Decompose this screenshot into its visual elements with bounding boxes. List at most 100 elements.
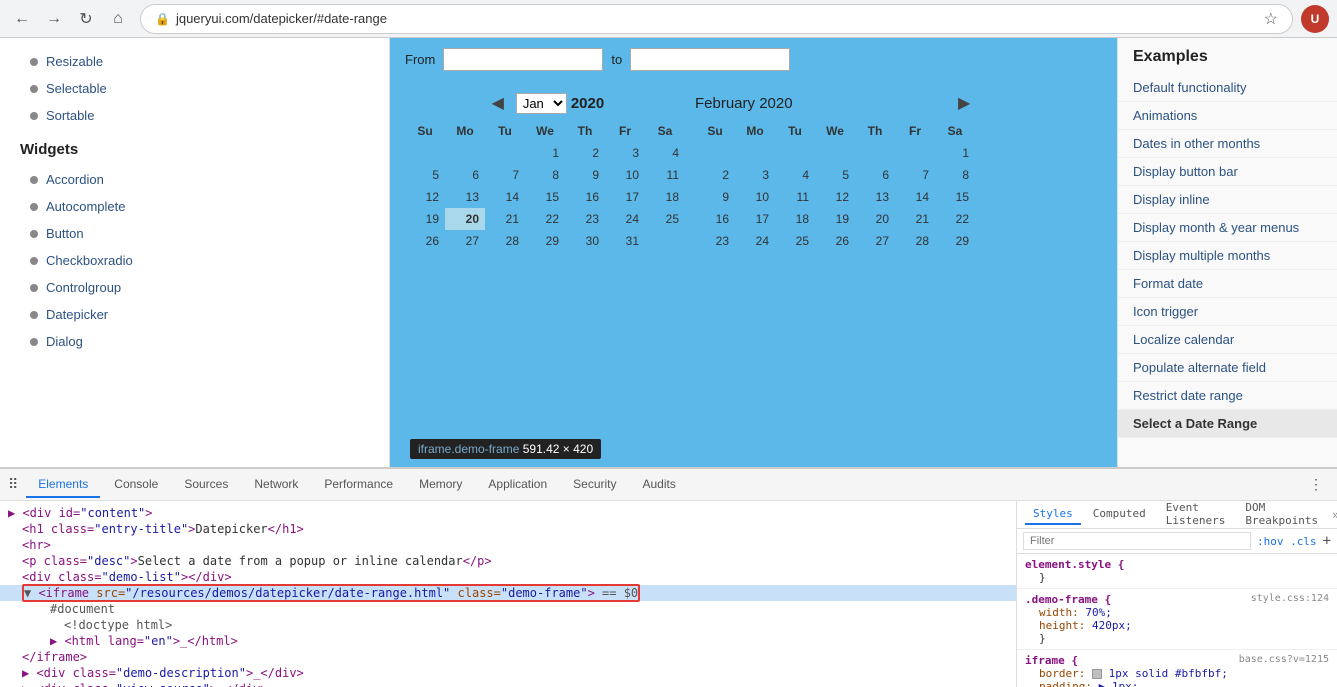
sidebar-item-controlgroup[interactable]: Controlgroup — [0, 274, 389, 301]
calendar-day[interactable]: 29 — [525, 230, 565, 252]
example-item[interactable]: Animations — [1118, 102, 1337, 130]
calendar-day[interactable]: 16 — [565, 186, 605, 208]
styles-tab-computed[interactable]: Computed — [1085, 504, 1154, 525]
devtools-tab-application[interactable]: Application — [476, 472, 559, 498]
example-item[interactable]: Icon trigger — [1118, 298, 1337, 326]
profile-avatar[interactable]: U — [1301, 5, 1329, 33]
calendar-day[interactable]: 29 — [935, 230, 975, 252]
calendar-day[interactable]: 7 — [895, 164, 935, 186]
styles-tab-dom-breakpoints[interactable]: DOM Breakpoints — [1237, 501, 1326, 532]
sidebar-item-sortable[interactable]: Sortable — [0, 102, 389, 129]
calendar-day[interactable]: 8 — [525, 164, 565, 186]
calendar-day[interactable]: 1 — [935, 142, 975, 164]
calendar-day[interactable]: 27 — [445, 230, 485, 252]
calendar-day[interactable]: 17 — [735, 208, 775, 230]
example-item[interactable]: Default functionality — [1118, 74, 1337, 102]
calendar-day[interactable]: 27 — [855, 230, 895, 252]
devtools-menu-button[interactable]: ⋮ — [1303, 474, 1329, 495]
month-select[interactable]: JanFebMar AprMayJun JulAugSep OctNovDec — [516, 93, 567, 114]
calendar-day[interactable]: 11 — [775, 186, 815, 208]
calendar-day[interactable]: 11 — [645, 164, 685, 186]
prev-month-button[interactable]: ◀ — [486, 91, 510, 115]
calendar-day[interactable]: 14 — [895, 186, 935, 208]
calendar-day[interactable]: 8 — [935, 164, 975, 186]
calendar-day[interactable]: 19 — [405, 208, 445, 230]
example-item[interactable]: Populate alternate field — [1118, 354, 1337, 382]
calendar-day[interactable]: 1 — [525, 142, 565, 164]
calendar-day[interactable]: 22 — [525, 208, 565, 230]
calendar-day[interactable]: 23 — [565, 208, 605, 230]
calendar-day[interactable]: 30 — [565, 230, 605, 252]
calendar-day[interactable]: 20 — [855, 208, 895, 230]
calendar-day[interactable]: 28 — [895, 230, 935, 252]
calendar-day[interactable]: 5 — [815, 164, 855, 186]
filter-input[interactable] — [1023, 532, 1251, 550]
calendar-day[interactable]: 13 — [445, 186, 485, 208]
calendar-day[interactable]: 20 — [445, 208, 485, 230]
from-date-input[interactable] — [443, 48, 603, 71]
example-item[interactable]: Select a Date Range — [1118, 410, 1337, 438]
devtools-tab-memory[interactable]: Memory — [407, 472, 474, 498]
address-bar[interactable]: 🔒 jqueryui.com/datepicker/#date-range ☆ — [140, 4, 1293, 34]
calendar-day[interactable]: 4 — [645, 142, 685, 164]
to-date-input[interactable] — [630, 48, 790, 71]
devtools-tab-security[interactable]: Security — [561, 472, 628, 498]
calendar-day[interactable]: 4 — [775, 164, 815, 186]
back-button[interactable]: ← — [8, 5, 36, 33]
calendar-day[interactable]: 7 — [485, 164, 525, 186]
calendar-day[interactable]: 26 — [815, 230, 855, 252]
calendar-day[interactable]: 22 — [935, 208, 975, 230]
calendar-day[interactable]: 19 — [815, 208, 855, 230]
more-tabs-icon[interactable]: » — [1332, 508, 1337, 522]
hov-cls-toggle[interactable]: :hov .cls — [1257, 535, 1317, 548]
calendar-day[interactable]: 24 — [735, 230, 775, 252]
calendar-day[interactable]: 21 — [485, 208, 525, 230]
sidebar-item-selectable[interactable]: Selectable — [0, 75, 389, 102]
devtools-tab-audits[interactable]: Audits — [631, 472, 688, 498]
example-item[interactable]: Display month & year menus — [1118, 214, 1337, 242]
example-item[interactable]: Display button bar — [1118, 158, 1337, 186]
next-month-button[interactable]: ▶ — [953, 91, 975, 115]
calendar-day[interactable]: 9 — [695, 186, 735, 208]
calendar-day[interactable]: 6 — [855, 164, 895, 186]
calendar-day[interactable]: 9 — [565, 164, 605, 186]
example-item[interactable]: Dates in other months — [1118, 130, 1337, 158]
sidebar-item-checkboxradio[interactable]: Checkboxradio — [0, 247, 389, 274]
styles-tab-event-listeners[interactable]: Event Listeners — [1158, 501, 1234, 532]
sidebar-item-datepicker[interactable]: Datepicker — [0, 301, 389, 328]
devtools-tab-console[interactable]: Console — [102, 472, 170, 498]
sidebar-item-resizable[interactable]: Resizable — [0, 48, 389, 75]
calendar-day[interactable]: 17 — [605, 186, 645, 208]
calendar-day[interactable]: 10 — [735, 186, 775, 208]
calendar-day[interactable]: 26 — [405, 230, 445, 252]
calendar-day[interactable]: 3 — [735, 164, 775, 186]
calendar-day[interactable]: 25 — [645, 208, 685, 230]
calendar-day[interactable]: 31 — [605, 230, 645, 252]
calendar-day[interactable]: 15 — [525, 186, 565, 208]
calendar-day[interactable]: 12 — [815, 186, 855, 208]
reload-button[interactable]: ↻ — [72, 5, 100, 33]
devtools-tab-elements[interactable]: Elements — [26, 472, 100, 498]
example-item[interactable]: Display inline — [1118, 186, 1337, 214]
bookmark-icon[interactable]: ☆ — [1264, 9, 1278, 29]
sidebar-item-dialog[interactable]: Dialog — [0, 328, 389, 355]
calendar-day[interactable]: 18 — [645, 186, 685, 208]
sidebar-item-autocomplete[interactable]: Autocomplete — [0, 193, 389, 220]
styles-tab-styles[interactable]: Styles — [1025, 504, 1081, 525]
calendar-day[interactable]: 2 — [565, 142, 605, 164]
calendar-day[interactable]: 23 — [695, 230, 735, 252]
style-source[interactable]: style.css:124 — [1251, 593, 1329, 604]
calendar-day[interactable]: 14 — [485, 186, 525, 208]
sidebar-item-button[interactable]: Button — [0, 220, 389, 247]
calendar-day[interactable]: 3 — [605, 142, 645, 164]
calendar-day[interactable]: 6 — [445, 164, 485, 186]
example-item[interactable]: Display multiple months — [1118, 242, 1337, 270]
calendar-day[interactable]: 5 — [405, 164, 445, 186]
calendar-day[interactable]: 13 — [855, 186, 895, 208]
devtools-tab-performance[interactable]: Performance — [312, 472, 405, 498]
devtools-tab-sources[interactable]: Sources — [172, 472, 240, 498]
example-item[interactable]: Format date — [1118, 270, 1337, 298]
calendar-day[interactable]: 28 — [485, 230, 525, 252]
example-item[interactable]: Localize calendar — [1118, 326, 1337, 354]
calendar-day[interactable]: 16 — [695, 208, 735, 230]
